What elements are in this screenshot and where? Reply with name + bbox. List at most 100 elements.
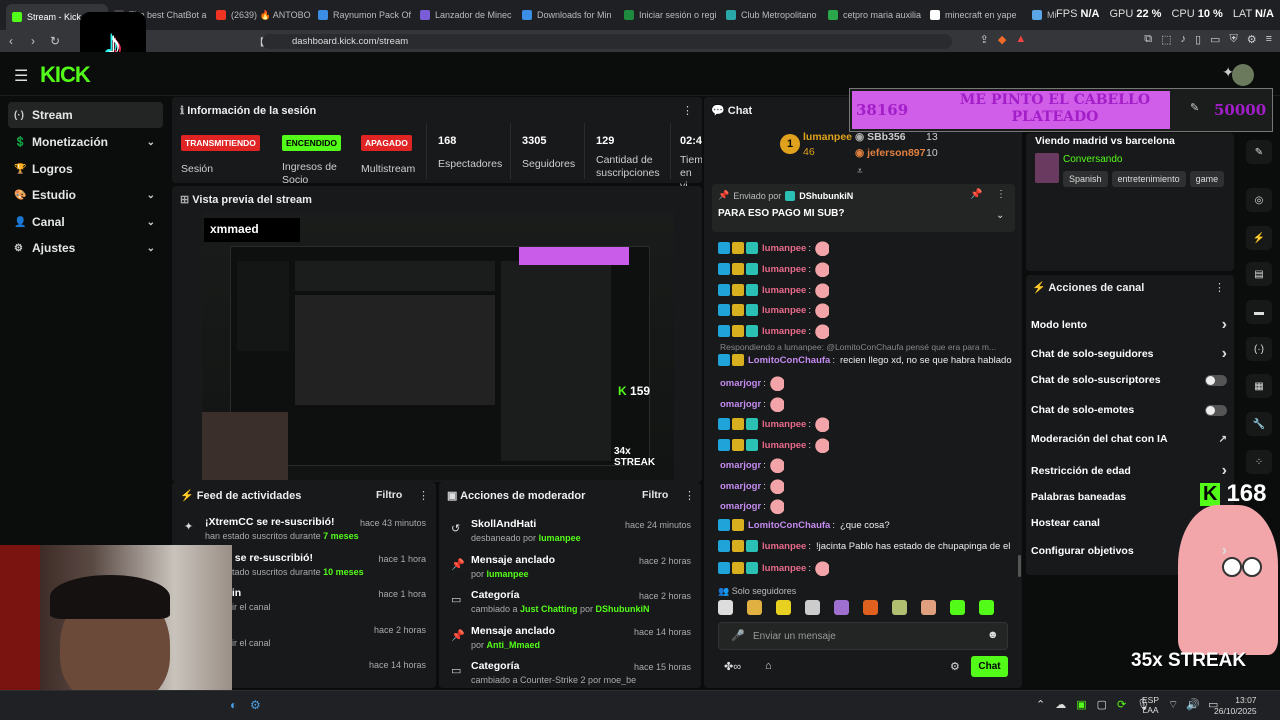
wrench-icon[interactable]: 🔧 [1246, 412, 1272, 436]
language-indicator[interactable]: ESP LAA [1142, 695, 1159, 715]
more-options-icon[interactable]: ⋮ [1214, 281, 1225, 294]
browser-tab[interactable]: Raynumon Pack Of [312, 3, 414, 27]
emote-icon[interactable] [950, 600, 965, 615]
chat-message[interactable]: omarjogr: [718, 498, 784, 514]
channel-action-palabras-baneadas[interactable]: Palabras baneadas [1031, 491, 1227, 503]
user-avatar[interactable] [1232, 64, 1254, 86]
pencil-icon[interactable]: ✎ [1246, 140, 1272, 164]
volume-icon[interactable]: 🔊 [1186, 698, 1200, 712]
chat-username[interactable]: lumanpee [762, 305, 806, 316]
chat-username[interactable]: omarjogr [720, 460, 761, 471]
chat-username[interactable]: lumanpee [762, 264, 806, 275]
pin-icon[interactable]: 📌 [970, 189, 982, 200]
chat-message[interactable]: lumanpee: [718, 240, 829, 256]
more-options-icon[interactable]: ⋮ [996, 189, 1006, 200]
emote-icon[interactable] [805, 600, 820, 615]
chat-message[interactable]: omarjogr: [718, 396, 784, 412]
hamburger-menu-icon[interactable]: ☰ [14, 66, 28, 86]
more-options-icon[interactable]: ⋮ [682, 104, 693, 117]
chat-username[interactable]: lumanpee [762, 440, 806, 451]
browser-tab[interactable]: cetpro maria auxilia [822, 3, 924, 27]
chat-message[interactable]: lumanpee: [718, 261, 829, 277]
music-icon[interactable]: ♪ [1180, 33, 1186, 46]
chat-message[interactable]: omarjogr: [718, 457, 784, 473]
channel-action-restricci-n-de-edad[interactable]: Restricción de edad › [1031, 462, 1227, 480]
chat-username[interactable]: LomitoConChaufa [748, 355, 830, 366]
lightning-icon[interactable]: ⚡ [1246, 226, 1272, 250]
toggle-switch[interactable] [1205, 404, 1227, 416]
moderator-filter-button[interactable]: Filtro [642, 489, 668, 501]
emoji-icon[interactable]: ☻ [987, 629, 999, 641]
chat-message[interactable]: lumanpee: !jacinta Pablo has estado de ch… [718, 540, 1010, 552]
address-bar[interactable]: dashboard.kick.com/stream [262, 34, 952, 49]
wifi-icon[interactable]: ⌔ [1168, 698, 1178, 712]
channel-action-configurar-objetivos[interactable]: Configurar objetivos › [1031, 542, 1227, 560]
sidebar-item-estudio[interactable]: 🎨 Estudio ⌄ [8, 182, 163, 208]
activity-filter-button[interactable]: Filtro [376, 489, 402, 501]
focus-icon[interactable]: ◎ [1246, 188, 1272, 212]
chat-message[interactable]: LomitoConChaufa: ¿que cosa? [718, 519, 890, 531]
sidebar-item-stream[interactable]: (·) Stream [8, 102, 163, 128]
browser-tab[interactable]: minecraft en yape [924, 3, 1026, 27]
top-gifter-name[interactable]: lumanpee [803, 131, 852, 143]
chat-message[interactable]: LomitoConChaufa: recien llego xd, no se q… [718, 354, 1012, 366]
stream-preview-video[interactable]: xmmaed K 159 34x STREAK [202, 212, 674, 480]
chat-message[interactable]: omarjogr: [718, 478, 784, 494]
more-options-icon[interactable]: ⋮ [684, 489, 695, 502]
chat-message[interactable]: lumanpee: [718, 560, 829, 576]
browser-tab[interactable]: (2639) 🔥 ANTOBO [210, 3, 312, 27]
edit-icon[interactable]: ✎ [1190, 101, 1199, 114]
settings-icon[interactable]: ⚙ [1247, 33, 1257, 46]
forward-icon[interactable]: › [22, 34, 44, 48]
tag[interactable]: Spanish [1063, 171, 1108, 187]
tag[interactable]: game [1189, 171, 1225, 187]
emote-icon[interactable] [747, 600, 762, 615]
menu-icon[interactable]: ≡ [1266, 33, 1272, 46]
channel-action-chat-de-solo-seguidores[interactable]: Chat de solo-seguidores › [1031, 345, 1227, 363]
steam-icon[interactable]: ⚙ [250, 698, 261, 712]
emote-icon[interactable] [892, 600, 907, 615]
store-icon[interactable]: ⌂ [765, 660, 772, 672]
layout-icon[interactable]: ▦ [1246, 374, 1272, 398]
top-gifter-2[interactable]: ◉ SBb356 [855, 131, 906, 143]
chat-username[interactable]: omarjogr [720, 399, 761, 410]
chat-bubble-icon[interactable]: ▬ [1246, 300, 1272, 324]
chat-message[interactable]: lumanpee: [718, 282, 829, 298]
chat-username[interactable]: lumanpee [762, 243, 806, 254]
chat-input[interactable]: 🎤 Enviar un mensaje ☻ [718, 622, 1008, 650]
more-icon[interactable]: ⁘ [1246, 450, 1272, 474]
emote-icon[interactable] [834, 600, 849, 615]
emote-icon[interactable] [863, 600, 878, 615]
send-chat-button[interactable]: Chat [971, 656, 1008, 677]
chat-username[interactable]: lumanpee [762, 285, 806, 296]
clock[interactable]: 13:07 26/10/2025 [1214, 695, 1257, 717]
chevron-down-icon[interactable]: ⌄ [996, 210, 1004, 221]
emote-icon[interactable] [718, 600, 733, 615]
channel-action-moderaci-n-del-chat-con-ia[interactable]: Moderación del chat con IA ↗ [1031, 433, 1227, 445]
collapse-icon[interactable]: ⩡ [857, 166, 863, 177]
channel-action-modo-lento[interactable]: Modo lento › [1031, 316, 1227, 334]
chat-username[interactable]: lumanpee [762, 326, 806, 337]
broadcast-icon[interactable]: (·) [1246, 337, 1272, 361]
document-icon[interactable]: ▤ [1246, 262, 1272, 286]
rewards-icon[interactable]: ▲ [1015, 33, 1026, 46]
sidebar-item-canal[interactable]: 👤 Canal ⌄ [8, 209, 163, 235]
top-gifter-3[interactable]: ◉ jeferson897 [855, 147, 925, 159]
browser-tab[interactable]: Iniciar sesión o regi [618, 3, 720, 27]
points-icon[interactable]: ✤∞ [724, 660, 741, 673]
sidebar-item-logros[interactable]: 🏆 Logros [8, 156, 163, 182]
gpu-icon[interactable]: ▢ [1097, 698, 1107, 711]
chat-message[interactable]: lumanpee: [718, 437, 829, 453]
emote-icon[interactable] [776, 600, 791, 615]
browser-tab[interactable]: Lanzador de Minec [414, 3, 516, 27]
chat-username[interactable]: omarjogr [720, 501, 761, 512]
vpn-icon[interactable]: ⛨ [1229, 33, 1237, 46]
chevron-up-icon[interactable]: ⌃ [1036, 698, 1045, 711]
browser-tab[interactable]: Downloads for Min [516, 3, 618, 27]
chat-message[interactable]: lumanpee: [718, 302, 829, 318]
chat-username[interactable]: lumanpee [762, 419, 806, 430]
chat-message[interactable]: lumanpee: [718, 323, 829, 339]
app-icon[interactable]: ▣ [1076, 698, 1086, 711]
steam-icon[interactable]: ◐ [230, 698, 237, 712]
wallet-icon[interactable]: ▭ [1210, 33, 1220, 46]
